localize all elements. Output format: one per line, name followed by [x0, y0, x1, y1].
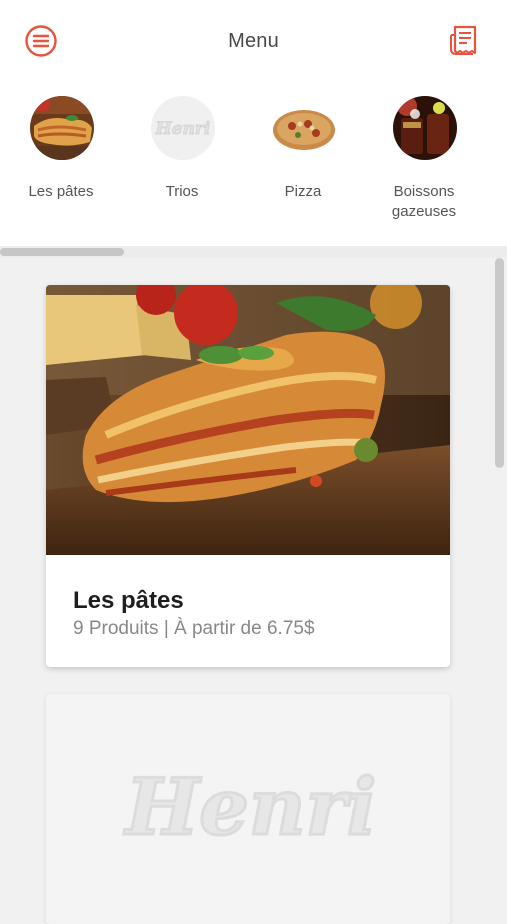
- category-card-les-pates[interactable]: Les pâtes 9 Produits | À partir de 6.75$: [46, 285, 450, 667]
- card-title: Les pâtes: [73, 587, 184, 614]
- category-card-placeholder[interactable]: Henri: [46, 694, 450, 924]
- category-pizza[interactable]: Pizza: [248, 96, 358, 236]
- top-bar: Menu: [0, 0, 507, 84]
- svg-text:Henri: Henri: [155, 119, 211, 139]
- category-label: Les pâtes: [28, 183, 94, 200]
- category-les-pates[interactable]: Les pâtes: [6, 96, 116, 236]
- page-scrollbar-thumb[interactable]: [495, 258, 504, 468]
- category-boissons-gazeuses[interactable]: Boissons gazeuses: [369, 96, 479, 236]
- category-scrollbar[interactable]: [0, 246, 507, 258]
- receipt-icon: [450, 25, 477, 55]
- henri-watermark-logo: Henri: [124, 761, 378, 855]
- category-label: Pizza: [284, 183, 322, 200]
- soda-thumbnail: [393, 96, 457, 160]
- category-label: Boissons gazeuses: [391, 183, 457, 220]
- category-label: Trios: [165, 183, 199, 200]
- category-scrollbar-thumb[interactable]: [0, 248, 124, 256]
- category-carousel: Les pâtes Henri Trios Pizza Boissons gaz…: [0, 84, 507, 246]
- card-subtitle: 9 Produits | À partir de 6.75$: [73, 618, 315, 639]
- henri-logo-thumbnail: Henri: [151, 96, 215, 160]
- lasagna-thumbnail: [30, 96, 94, 160]
- page-title: Menu: [228, 30, 279, 52]
- order-receipt-button[interactable]: [446, 22, 484, 60]
- pizza-thumbnail: [272, 96, 336, 160]
- lasagna-photo: [46, 285, 450, 555]
- category-trios[interactable]: Henri Trios: [127, 96, 237, 236]
